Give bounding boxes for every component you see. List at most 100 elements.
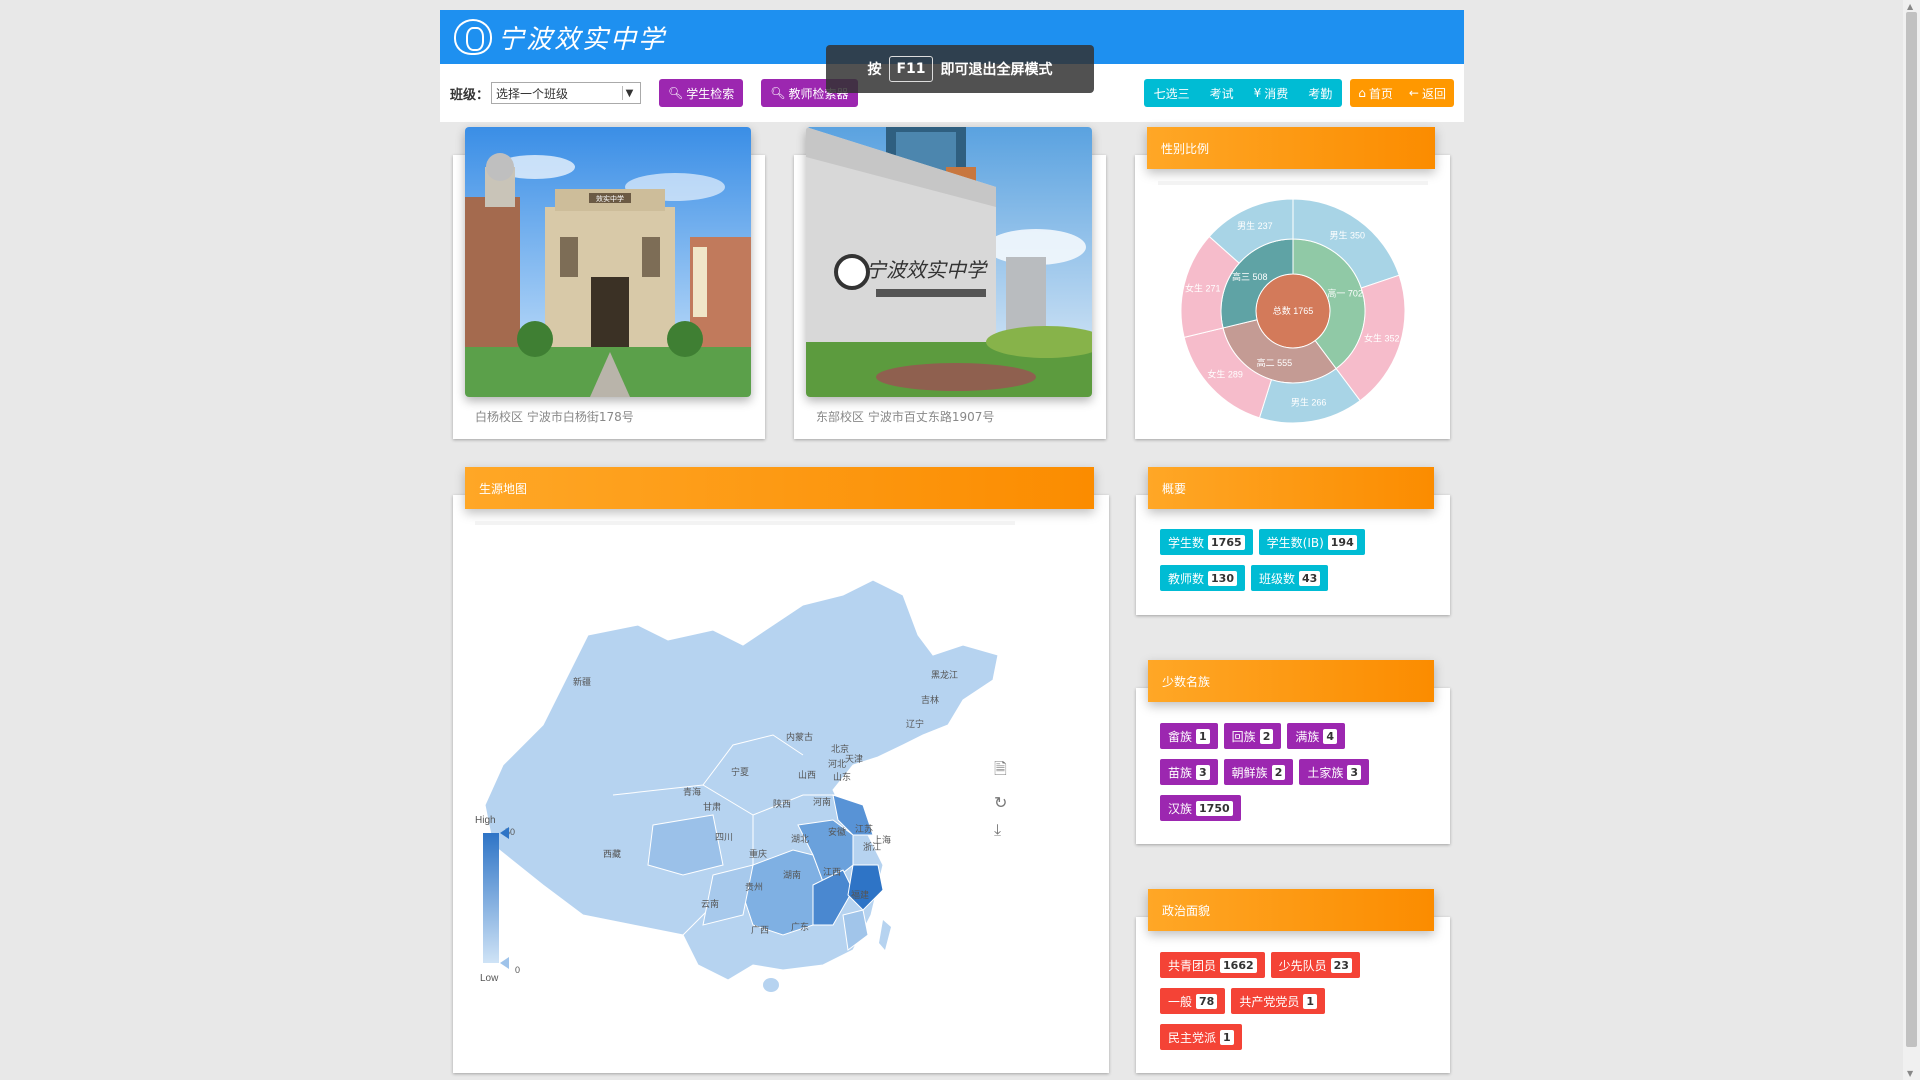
tag-count-badge: 130 xyxy=(1208,570,1237,586)
sunburst-grade-label: 高一 702 xyxy=(1327,288,1363,299)
visual-map-low-label: Low xyxy=(480,973,499,984)
arrow-left-icon: ← xyxy=(1408,86,1419,100)
campus-photo-east-image: 宁波效实中学 xyxy=(806,127,1092,397)
summary-tag[interactable]: 学生数(IB) 194 xyxy=(1258,529,1365,555)
political-tag[interactable]: 共青团员 1662 xyxy=(1160,952,1265,978)
tag-count-badge: 3 xyxy=(1347,764,1362,780)
data-view-icon[interactable]: 🗎︎ xyxy=(994,758,1007,785)
sunburst-gender-label: 女生 271 xyxy=(1185,282,1221,293)
political-tag[interactable]: 少先队员 23 xyxy=(1270,952,1360,978)
home-button[interactable]: ⌂ 首页 xyxy=(1350,79,1401,107)
province-label: 云南 xyxy=(701,898,719,909)
scroll-down-icon[interactable]: ▼ xyxy=(1907,1069,1913,1078)
sunburst-grade-label: 高三 508 xyxy=(1232,271,1268,282)
political-title: 政治面貌 xyxy=(1162,903,1211,918)
campus-caption: 白杨校区 宁波市白杨街178号 xyxy=(475,410,634,424)
tag-label: 土家族 xyxy=(1307,765,1344,780)
back-button[interactable]: ← 返回 xyxy=(1400,79,1454,107)
minority-tag[interactable]: 土家族 3 xyxy=(1299,759,1370,785)
province-hainan[interactable] xyxy=(763,978,779,992)
china-base-shape xyxy=(484,579,999,981)
search-icon: 🔍︎ xyxy=(770,86,786,100)
province-taiwan[interactable] xyxy=(879,920,891,950)
tag-count-badge: 1 xyxy=(1196,728,1210,744)
yen-icon: ¥ xyxy=(1253,86,1262,100)
minority-tag[interactable]: 苗族 3 xyxy=(1160,759,1218,785)
tag-label: 汉族 xyxy=(1168,801,1193,816)
tag-label: 共产党党员 xyxy=(1239,994,1300,1009)
province-label: 甘肃 xyxy=(703,801,721,812)
minority-tag[interactable]: 满族 4 xyxy=(1287,723,1346,749)
save-image-icon[interactable]: ⤓ xyxy=(994,820,1007,840)
summary-tags: 学生数 1765 学生数(IB) 194 教师数 130 班级数 43 xyxy=(1160,529,1440,601)
province-label: 吉林 xyxy=(921,694,939,705)
toast-suffix: 即可退出全屏模式 xyxy=(940,62,1053,78)
tag-count-badge: 1750 xyxy=(1196,800,1233,816)
campus-photo-baiyang-image: 效实中学 xyxy=(465,127,751,397)
minority-tag[interactable]: 畲族 1 xyxy=(1160,723,1218,749)
tag-count-badge: 1662 xyxy=(1220,957,1257,973)
tag-count-badge: 3 xyxy=(1196,764,1210,780)
page-scrollbar[interactable]: ▲ ▼ xyxy=(1903,0,1920,1080)
toast-key: F11 xyxy=(889,56,933,82)
province-label: 北京 xyxy=(831,743,849,754)
visual-map-min-handle[interactable] xyxy=(500,957,509,969)
tag-label: 满族 xyxy=(1295,729,1320,744)
student-search-button[interactable]: 🔍︎ 学生检索 xyxy=(659,79,744,107)
tag-label: 回族 xyxy=(1231,729,1256,744)
visual-map-min-label: 0 xyxy=(515,965,520,975)
nav-exam[interactable]: 考试 xyxy=(1199,79,1244,107)
campus-card-east: 宁波效实中学 东部校区 宁波市百丈东路1907号 xyxy=(794,127,1106,439)
province-label: 湖南 xyxy=(783,869,801,880)
minority-title: 少数名族 xyxy=(1162,674,1211,689)
school-logo[interactable]: 宁波效实中学 xyxy=(454,19,666,56)
political-header: 政治面貌 xyxy=(1148,889,1434,931)
tag-count-badge: 4 xyxy=(1323,728,1338,744)
minority-tag[interactable]: 汉族 1750 xyxy=(1160,795,1241,821)
tag-label: 学生数 xyxy=(1168,535,1205,550)
gender-sunburst-chart[interactable]: 总数 1765 高一 702 高二 555 高三 508 男生 350 女生 352 男生 … xyxy=(1135,155,1450,439)
tag-label: 畲族 xyxy=(1168,729,1193,744)
nav-consumption[interactable]: ¥ 消费 xyxy=(1243,79,1299,107)
tag-label: 少先队员 xyxy=(1278,958,1327,973)
campus-card-baiyang: 效实中学 白杨校区 宁波市白杨街178号 xyxy=(453,127,765,439)
tag-count-badge: 78 xyxy=(1196,993,1218,1009)
province-label: 黑龙江 xyxy=(931,669,958,680)
scroll-up-icon[interactable]: ▲ xyxy=(1907,2,1913,11)
visual-map-bar[interactable] xyxy=(483,833,499,963)
toast-prefix: 按 xyxy=(867,62,882,78)
china-source-map[interactable]: 新疆西藏 青海甘肃 宁夏 内蒙古 黑龙江吉林辽宁北京天津河北山西 山东河南 陕西四川重庆 湖北… xyxy=(453,495,1109,1073)
summary-tag[interactable]: 学生数 1765 xyxy=(1160,529,1253,555)
restore-icon[interactable]: ↻ xyxy=(994,793,1007,812)
province-label: 湖北 xyxy=(791,834,809,844)
class-select[interactable]: 选择一个班级 ▼ xyxy=(491,82,642,104)
province-label: 广西 xyxy=(751,924,769,935)
tag-label: 朝鲜族 xyxy=(1231,765,1268,780)
page-nav: ⌂ 首页 ← 返回 xyxy=(1350,79,1454,107)
wall-sign: 宁波效实中学 xyxy=(866,258,988,282)
political-tag[interactable]: 一般 78 xyxy=(1160,988,1226,1014)
map-toolbox: 🗎︎ ↻ ⤓ xyxy=(994,758,1007,840)
sunburst-gender-label: 男生 237 xyxy=(1237,220,1273,231)
political-tag[interactable]: 共产党党员 1 xyxy=(1231,988,1325,1014)
minority-tag[interactable]: 回族 2 xyxy=(1223,723,1282,749)
political-tag[interactable]: 民主党派 1 xyxy=(1160,1024,1242,1050)
minority-tag[interactable]: 朝鲜族 2 xyxy=(1223,759,1294,785)
nav-attendance[interactable]: 考勤 xyxy=(1298,79,1343,107)
chevron-down-icon: ▼ xyxy=(622,86,636,100)
summary-tag[interactable]: 教师数 130 xyxy=(1160,565,1245,591)
province-label: 浙江 xyxy=(863,841,881,852)
class-select-value: 选择一个班级 xyxy=(496,86,569,101)
province-fujian[interactable] xyxy=(842,909,869,951)
province-label: 河北 xyxy=(828,758,846,769)
tag-count-badge: 1 xyxy=(1220,1029,1234,1045)
province-label: 福建 xyxy=(851,889,869,900)
nav-course-selection[interactable]: 七选三 xyxy=(1143,79,1200,107)
province-sichuan[interactable] xyxy=(647,814,724,876)
sunburst-gender-label: 女生 352 xyxy=(1364,333,1400,344)
scrollbar-thumb[interactable] xyxy=(1906,12,1917,1047)
province-label: 河南 xyxy=(813,796,831,807)
sunburst-gender-label: 女生 289 xyxy=(1207,369,1243,380)
summary-tag[interactable]: 班级数 43 xyxy=(1250,565,1329,591)
sunburst-gender-label: 男生 350 xyxy=(1329,229,1365,240)
